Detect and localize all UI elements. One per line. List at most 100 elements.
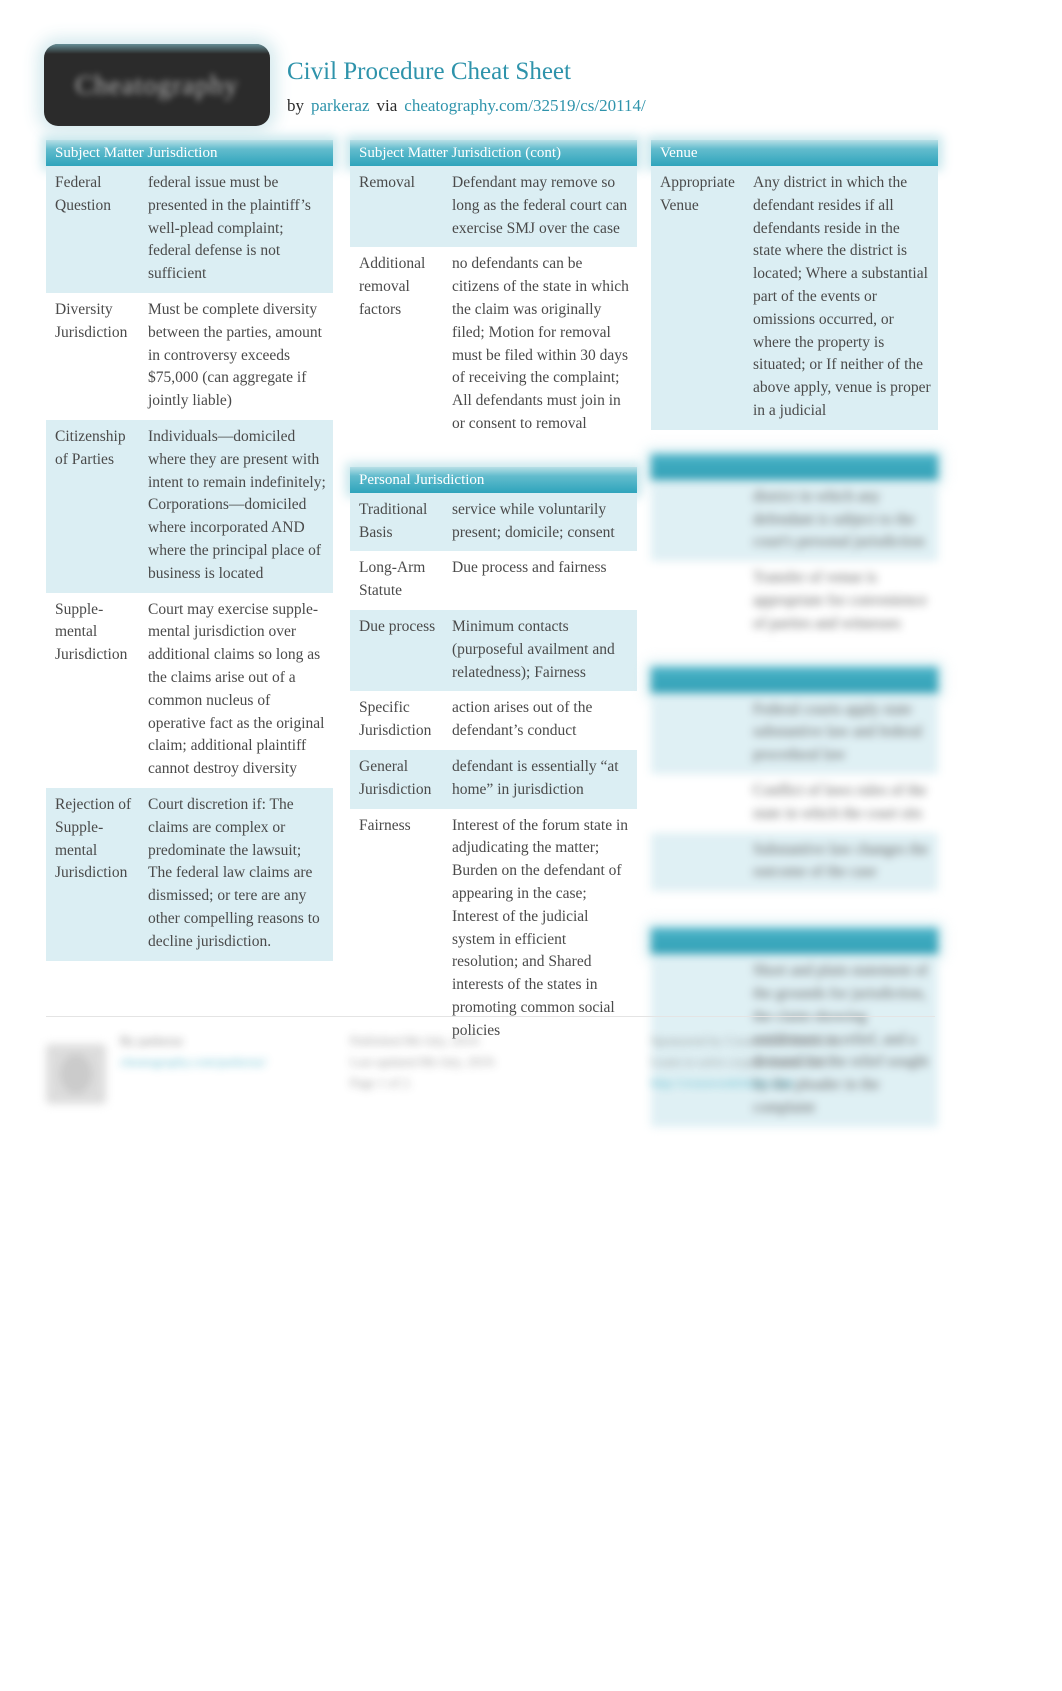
row-value: Must be complete diversity between the p… [139, 292, 333, 420]
row-key [651, 832, 744, 892]
table-row: Conflict of laws rules of the state in w… [651, 773, 938, 833]
row-value: Substantive law changes the outcome of t… [744, 832, 938, 892]
table-row: Additional removal factors no defendants … [350, 247, 637, 443]
row-key: Citize­nship of Parties [46, 419, 139, 593]
author-avatar [46, 1044, 106, 1104]
table-row: Federal courts apply state substantive l… [651, 692, 938, 774]
cheatography-logo[interactable]: Cheatography [44, 44, 270, 126]
footer-published: Published 8th July, 2019. [350, 1033, 481, 1048]
content-block: district in which any defendant is subje… [651, 453, 938, 643]
table-row: Removal Defendant may remove so long as t… [350, 166, 637, 248]
block-title: Personal Jurisdiction [350, 466, 637, 493]
block-title [651, 928, 938, 955]
footer-sponsor-tagline: Learn to solve cryptic crosswords! [651, 1054, 831, 1069]
table-row: Fairness Interest of the forum state in a… [350, 808, 637, 1050]
content-block: Federal courts apply state substantive l… [651, 666, 938, 905]
row-value: Minimum contacts (purposeful availment a… [443, 609, 637, 692]
row-value: Court discretion if: The claims are comp… [139, 787, 333, 961]
via-label: via [376, 96, 398, 115]
table-row: Due process Minimum contacts (purposeful … [350, 609, 637, 692]
content-block: Subject Matter Jurisdiction Federal Quest… [46, 140, 333, 961]
row-key: Fairness [350, 808, 443, 1050]
row-key [651, 692, 744, 774]
byline: by parkeraz via cheatography.com/32519/cs/2… [287, 94, 646, 118]
table-row [651, 891, 938, 905]
row-value: service while voluntarily present; domic… [443, 492, 637, 552]
row-value: Conflict of laws rules of the state in w… [744, 773, 938, 833]
row-value [744, 891, 938, 905]
table-row: Tradit­ional Basis service while voluntar… [350, 492, 637, 552]
footer-divider [46, 1016, 935, 1017]
footer-sponsor-block: Sponsored by CrosswordCheats.com Learn t… [651, 1030, 951, 1093]
row-key [651, 479, 744, 562]
row-key: Due process [350, 609, 443, 692]
author-link[interactable]: parkeraz [311, 96, 370, 115]
block-title [651, 453, 938, 480]
page-title: Civil Procedure Cheat Sheet [287, 58, 571, 85]
table-row: Federal Question federal issue must be pr… [46, 166, 333, 293]
table-row: Transfer of venue is appropriate for con… [651, 561, 938, 643]
table-row: Citize­nship of Parties Individuals—domic… [46, 419, 333, 593]
row-key: Long-Arm Statute [350, 551, 443, 610]
block-table: district in which any defendant is subje… [651, 479, 938, 643]
column-2: Subject Matter Jurisdiction (cont) Remova… [350, 140, 637, 1074]
logo-text: Cheatography [75, 70, 239, 100]
source-url-link[interactable]: cheatography.com/32519/cs/20114/ [404, 96, 645, 115]
block-table: Tradit­ional Basis service while voluntar… [350, 492, 637, 1050]
row-value: Interest of the forum state in adjudicat… [443, 808, 637, 1050]
page-footer: By parkeraz cheatography.com/parkeraz/ P… [46, 1016, 1016, 1124]
row-value: action arises out of the defend­ant’s co… [443, 691, 637, 750]
row-key: Federal Question [46, 166, 139, 293]
content-block: Subject Matter Jurisdiction (cont) Remova… [350, 140, 637, 443]
footer-publish-block: Published 8th July, 2019. Last updated 8… [350, 1030, 640, 1093]
row-value: Defendant may remove so long as the fede… [443, 166, 637, 248]
block-table: Federal courts apply state substantive l… [651, 692, 938, 905]
footer-page-number: Page 1 of 2. [350, 1075, 413, 1090]
table-row: Substantive law changes the outcome of t… [651, 832, 938, 892]
row-value: Federal courts apply state substantive l… [744, 692, 938, 774]
column-3: Venue Approp­riate Venue Any district in w… [651, 140, 938, 1151]
row-value: Any district in which the defendant resi… [744, 166, 938, 430]
row-key [651, 773, 744, 833]
row-value: Individuals—domiciled where they are pre… [139, 419, 333, 593]
table-row: Long-Arm Statute Due process and fairness [350, 551, 637, 610]
row-value: Due process and fairness [443, 551, 637, 610]
row-value: Court may exercise supple­mental jurisdi… [139, 592, 333, 788]
block-title: Subject Matter Jurisdiction (cont) [350, 140, 637, 166]
row-key: Approp­riate Venue [651, 166, 744, 430]
row-value: federal issue must be presented in the p… [139, 166, 333, 293]
table-row: district in which any defendant is subje… [651, 479, 938, 562]
row-key [651, 891, 744, 905]
row-key: Additional removal factors [350, 247, 443, 443]
row-key: Specific Jurisd­iction [350, 691, 443, 750]
block-table: Approp­riate Venue Any district in which … [651, 166, 938, 430]
row-value: no defendants can be citizens of the sta… [443, 247, 637, 443]
column-1: Subject Matter Jurisdiction Federal Quest… [46, 140, 333, 985]
block-table: Federal Question federal issue must be pr… [46, 166, 333, 961]
row-key: Tradit­ional Basis [350, 492, 443, 552]
row-value: district in which any defendant is subje… [744, 479, 938, 562]
page-header: Cheatography Civil Procedure Cheat Sheet… [0, 0, 1062, 130]
table-row: Diversity Jurisd­iction Must be complete … [46, 292, 333, 420]
cheatsheet-page: Cheatography Civil Procedure Cheat Sheet… [0, 0, 1062, 1691]
table-row: Specific Jurisd­iction action arises out … [350, 691, 637, 750]
row-key: Removal [350, 166, 443, 248]
footer-author-url[interactable]: cheatography.com/parkeraz/ [120, 1051, 330, 1072]
content-block: Venue Approp­riate Venue Any district in w… [651, 140, 938, 430]
block-table: Removal Defendant may remove so long as t… [350, 166, 637, 443]
title-block: Civil Procedure Cheat Sheet by parkeraz vi… [287, 56, 646, 118]
row-key [651, 561, 744, 643]
table-row: General Jurisd­iction defendant is essent… [350, 749, 637, 809]
table-row: Supple­mental Jurisd­iction Court may exe… [46, 592, 333, 788]
table-row: Approp­riate Venue Any district in which … [651, 166, 938, 430]
row-key: Supple­mental Jurisd­iction [46, 592, 139, 788]
block-title: Subject Matter Jurisdiction [46, 140, 333, 166]
block-title: Venue [651, 140, 938, 166]
table-row: Rejection of Supple­mental Jurisd­iction… [46, 787, 333, 961]
block-title [651, 666, 938, 693]
row-value: defendant is essentially “at home” in ju… [443, 749, 637, 809]
row-key: Rejection of Supple­mental Jurisd­iction [46, 787, 139, 961]
footer-sponsor-url[interactable]: http://crosswordcheats.com [651, 1072, 951, 1093]
by-label: by [287, 96, 304, 115]
row-value: Transfer of venue is appropriate for con… [744, 561, 938, 643]
